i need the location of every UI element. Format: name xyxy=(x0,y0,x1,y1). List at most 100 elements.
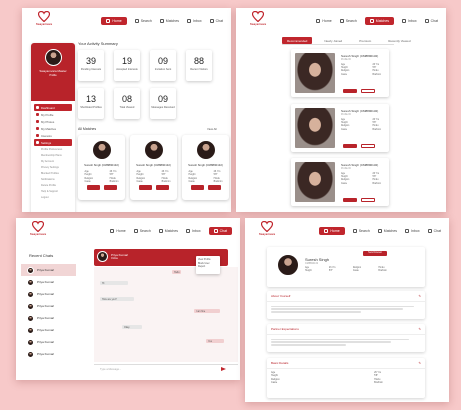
sidebar-item-my-profile[interactable]: My Profile xyxy=(34,111,72,118)
sidebar-item-label: Dashboard xyxy=(41,105,55,110)
match-fields: Age Height Religion Caste xyxy=(341,119,349,132)
view-all-link[interactable]: View All xyxy=(207,127,217,131)
match-card[interactable]: Suresh Singh (CM8890132) Age Height Religi… xyxy=(130,135,177,200)
profile-fields: Age Height xyxy=(305,267,312,274)
send-interest-button[interactable] xyxy=(343,144,357,148)
nav-search[interactable]: Search xyxy=(339,19,357,23)
sidebar-item-interests[interactable]: Interests xyxy=(34,132,72,139)
basic-details-grid: Age Height Religion Caste 26 Yrs 5'8" Hindu Br… xyxy=(267,369,387,387)
match-profile-card[interactable]: Suresh Singh (CM8890132) Profile ID Age H… xyxy=(291,158,389,206)
nav-chat[interactable]: Chat xyxy=(427,229,441,233)
chat-list-item[interactable]: Priya Kumari xyxy=(21,288,76,300)
nav-search[interactable]: Search xyxy=(352,229,370,233)
sidebar-item-dashboard[interactable]: Dashboard xyxy=(34,104,72,111)
stat-card[interactable]: 08 Total Viewed xyxy=(114,88,140,119)
avatar xyxy=(27,278,34,286)
message-input[interactable]: Type a Message... xyxy=(100,368,121,371)
avatar[interactable] xyxy=(97,251,108,262)
nav-home[interactable]: Home xyxy=(101,17,127,25)
nav-home[interactable]: Home xyxy=(110,229,126,233)
chat-list-item[interactable]: Priya Kumari xyxy=(21,336,76,348)
avatar[interactable] xyxy=(44,49,62,66)
tab-premium[interactable]: Premium xyxy=(354,37,376,44)
send-interest-button[interactable] xyxy=(343,89,357,93)
avatar[interactable] xyxy=(277,254,299,276)
sidebar-item-my-photos[interactable]: My Photos xyxy=(34,118,72,125)
nav-chat[interactable]: Chat xyxy=(208,227,232,235)
heart-icon xyxy=(158,229,163,233)
chat-button[interactable] xyxy=(155,185,169,191)
chat-list-item[interactable]: Priya Kumari xyxy=(21,312,76,324)
edit-icon[interactable]: ✎ xyxy=(418,361,421,365)
sidebar-subitem[interactable]: Logout xyxy=(34,194,72,200)
nav-search-label: Search xyxy=(358,229,370,233)
tab-newly-joined[interactable]: Newly Joined xyxy=(319,37,347,44)
nav-inbox[interactable]: Inbox xyxy=(186,229,201,233)
nav-inbox[interactable]: Inbox xyxy=(187,19,202,23)
match-card[interactable]: Suresh Singh (CM8890132) Age Height Religi… xyxy=(78,135,125,200)
nav-home[interactable]: Home xyxy=(316,19,332,23)
top-nav: Home Search Matches Inbox Chat xyxy=(16,218,240,244)
chat-list-item[interactable]: Priya Kumari xyxy=(21,324,76,336)
recent-chats-title: Recent Chats xyxy=(29,253,54,258)
profile-photo[interactable] xyxy=(295,108,335,148)
stat-card[interactable]: 09 Invitation Sent xyxy=(150,50,176,81)
stat-card[interactable]: 88 Recent Visitors xyxy=(186,50,212,81)
chat-list-item[interactable]: Priya Kumari xyxy=(21,276,76,288)
sidebar-item-settings[interactable]: Settings xyxy=(34,139,72,146)
stat-label: Invitation Sent xyxy=(154,68,172,71)
heart-icon xyxy=(159,19,164,23)
report-option[interactable]: Report xyxy=(198,265,218,269)
nav-chat[interactable]: Chat xyxy=(424,19,438,23)
stat-card[interactable]: 09 Messages Received xyxy=(150,88,176,119)
chat-list-item[interactable]: Priya Kumari xyxy=(21,348,76,360)
nav-home[interactable]: Home xyxy=(319,227,345,235)
profile-photo[interactable] xyxy=(295,162,335,202)
profile-id: CM8890132 xyxy=(305,262,319,265)
profile-photo[interactable] xyxy=(295,53,335,93)
match-details: Age Height Religion Caste 26 Yrs 5'8" Hindu Bra… xyxy=(341,119,381,132)
chat-button[interactable] xyxy=(207,185,221,191)
nav-search[interactable]: Search xyxy=(133,229,151,233)
matches-screen: Swayamvara Home Search Matches Inbox Cha… xyxy=(236,8,446,212)
stat-card[interactable]: 13 Shortlisted Profiles xyxy=(78,88,104,119)
chat-list-item[interactable]: Priya Kumari xyxy=(21,264,76,276)
match-profile-card[interactable]: Suresh Singh (CM8890132) Profile ID Age H… xyxy=(291,104,389,152)
text-line xyxy=(271,341,391,343)
chat-button[interactable] xyxy=(103,185,117,191)
shortlist-button[interactable] xyxy=(361,89,375,93)
avatar xyxy=(91,140,112,160)
stat-card[interactable]: 19 Accepted Interests xyxy=(114,50,140,81)
nav-inbox[interactable]: Inbox xyxy=(405,229,420,233)
message-composer[interactable]: Type a Message... xyxy=(94,364,238,374)
sidebar-item-label: My Profile xyxy=(41,112,54,117)
top-nav: Home Search Matches Inbox Chat xyxy=(236,8,446,34)
match-profile-card[interactable]: Suresh Singh (CM8890132) Profile ID Age H… xyxy=(291,49,389,97)
nav-matches[interactable]: Matches xyxy=(377,229,397,233)
nav-inbox[interactable]: Inbox xyxy=(402,19,417,23)
edit-icon[interactable]: ✎ xyxy=(418,294,421,298)
send-interest-button[interactable]: Send Interest xyxy=(363,251,387,256)
nav-matches[interactable]: Matches xyxy=(364,17,395,25)
sidebar-item-my-matches[interactable]: My Matches xyxy=(34,125,72,132)
send-interest-button[interactable] xyxy=(86,185,100,191)
shortlist-button[interactable] xyxy=(361,198,375,202)
nav-search[interactable]: Search xyxy=(134,19,152,23)
shortlist-button[interactable] xyxy=(361,144,375,148)
send-interest-button[interactable] xyxy=(343,198,357,202)
field: Caste xyxy=(341,128,348,131)
send-icon[interactable] xyxy=(221,367,226,371)
match-card[interactable]: Suresh Singh (CM8890132) Age Height Religi… xyxy=(182,135,229,200)
nav-chat[interactable]: Chat xyxy=(209,19,223,23)
nav-matches[interactable]: Matches xyxy=(158,229,178,233)
send-interest-button[interactable] xyxy=(138,185,152,191)
nav-matches[interactable]: Matches xyxy=(159,19,179,23)
tab-recently-viewed[interactable]: Recently Viewed xyxy=(383,37,415,44)
value: Brahmin xyxy=(213,179,223,183)
chat-list-item[interactable]: Priya Kumari xyxy=(21,300,76,312)
tab-recommended[interactable]: Recommended xyxy=(282,37,313,44)
send-interest-button[interactable] xyxy=(190,185,204,191)
edit-icon[interactable]: ✎ xyxy=(418,327,421,331)
stat-card[interactable]: 39 Pending Interests xyxy=(78,50,104,81)
recent-chats-sidebar: Recent Chats Priya Kumari Priya Kumari P… xyxy=(21,243,76,378)
